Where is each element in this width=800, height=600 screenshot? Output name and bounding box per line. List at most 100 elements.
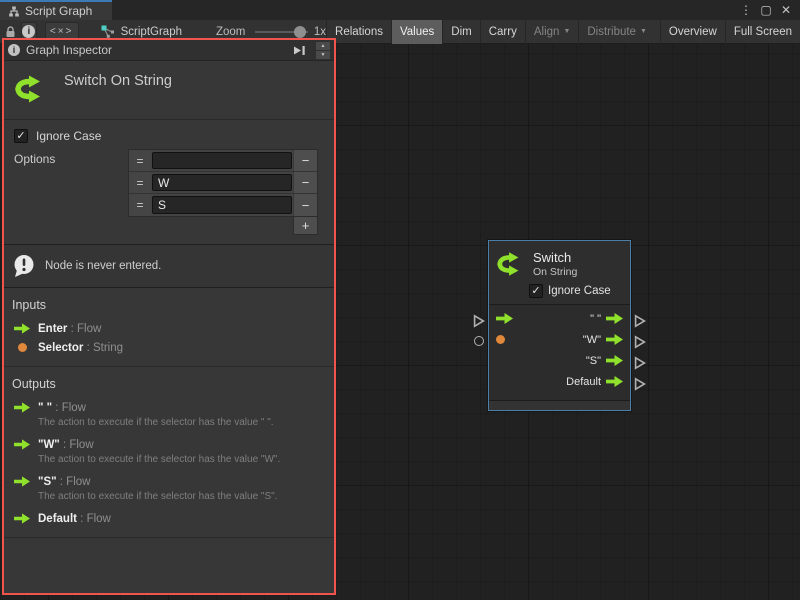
code-icon: <×> (50, 26, 74, 37)
close-icon[interactable]: ✕ (778, 2, 794, 18)
ignore-case-row: ✓ Ignore Case (4, 127, 334, 147)
port-row-blank: " " : Flow (4, 397, 334, 416)
toolbar-button-label: Relations (335, 26, 383, 38)
option-input-2[interactable] (152, 196, 292, 214)
toolbar-button-overview[interactable]: Overview (660, 20, 725, 44)
port-type: : Flow (52, 402, 86, 414)
node-footer (489, 400, 630, 410)
toolbar-button-values[interactable]: Values (391, 20, 442, 44)
tab-label: Script Graph (25, 4, 92, 18)
port-description: The action to execute if the selector ha… (4, 453, 334, 471)
switch-on-string-node[interactable]: Switch On String ✓ Ignore Case " ""W""S"… (488, 240, 631, 411)
flow-arrow-icon (14, 323, 30, 334)
options-list: =−=−=− + (128, 149, 318, 235)
option-row-2: =− (129, 194, 317, 216)
node-ignore-case-checkbox[interactable]: ✓ (529, 284, 543, 298)
options-box: =−=−=− (128, 149, 318, 217)
drag-handle-icon[interactable]: = (129, 172, 151, 193)
dropdown-arrow-icon: ▼ (640, 28, 647, 35)
inspector-scroll-buttons: ▲ ▼ (316, 42, 330, 59)
toolbar-button-dim[interactable]: Dim (442, 20, 479, 44)
port-name: "S" (38, 476, 57, 488)
node-port-row-0: " " (489, 308, 630, 329)
inputs-section: Inputs Enter : FlowSelector : String (4, 288, 334, 367)
toolbar-button-align[interactable]: Align▼ (525, 20, 579, 44)
toolbar-view-buttons: Relations Values Dim Carry Align▼ Distribute ▼… (326, 20, 800, 44)
drag-handle-icon[interactable]: = (129, 194, 151, 216)
port-name: "W" (38, 439, 60, 451)
info-icon: i (22, 25, 35, 38)
options-row: Options =−=−=− + (4, 147, 334, 235)
value-port-icon (14, 343, 30, 352)
external-output-connector-3[interactable] (634, 377, 646, 391)
remove-option-button[interactable]: − (293, 172, 317, 193)
dropdown-arrow-icon: ▼ (563, 28, 570, 35)
node-input-value-port[interactable] (496, 335, 505, 344)
external-output-connector-2[interactable] (634, 356, 646, 370)
port-name: Selector (38, 342, 83, 354)
external-output-connector-1[interactable] (634, 335, 646, 349)
toolbar-button-label: Overview (669, 26, 717, 38)
ignore-case-checkbox[interactable]: ✓ (14, 129, 28, 143)
option-input-1[interactable] (152, 174, 292, 191)
toolbar-button-label: Distribute (587, 26, 636, 38)
info-icon: i (8, 44, 20, 56)
tab-script-graph[interactable]: Script Graph (0, 0, 112, 20)
graph-icon (101, 25, 115, 38)
warning-box: Node is never entered. (4, 244, 334, 288)
node-output-flow-port[interactable] (606, 313, 623, 324)
zoom-label: Zoom (216, 26, 245, 38)
port-type: : Flow (77, 513, 111, 525)
port-type: : Flow (67, 323, 101, 335)
toolbar-button-label: Values (400, 26, 434, 38)
maximize-icon[interactable]: ▢ (758, 2, 774, 18)
toolbar-button-carry[interactable]: Carry (480, 20, 525, 44)
node-port-row-1: "W" (489, 329, 630, 350)
inspector-body: ✓ Ignore Case Options =−=−=− + Nod (4, 120, 334, 538)
node-output-label: "S" (586, 355, 601, 367)
lock-icon (5, 26, 16, 38)
inspector-header-label: Graph Inspector (26, 43, 287, 57)
graph-breadcrumb[interactable]: ScriptGraph (101, 25, 182, 38)
node-body: " ""W""S"Default (489, 305, 630, 394)
inputs-header: Inputs (4, 296, 334, 318)
flow-arrow-icon (14, 476, 30, 487)
options-label: Options (14, 149, 55, 166)
external-output-connector-0[interactable] (634, 314, 646, 328)
scroll-up-icon[interactable]: ▲ (316, 42, 330, 50)
external-input-value-connector[interactable] (474, 336, 484, 346)
node-output-flow-port[interactable] (606, 355, 623, 366)
node-ignore-case-label: Ignore Case (548, 285, 611, 297)
unity-script-graph-window: { "colors": { "accent_green": "#8fe12b",… (0, 0, 800, 600)
external-input-flow-connector[interactable] (473, 314, 485, 328)
drag-handle-icon[interactable]: = (129, 150, 151, 171)
remove-option-button[interactable]: − (293, 194, 317, 216)
add-option-button[interactable]: + (293, 217, 318, 235)
scroll-down-icon[interactable]: ▼ (316, 51, 330, 59)
titlebar: Script Graph ⋮ ▢ ✕ (0, 0, 800, 20)
zoom-slider-thumb[interactable] (294, 26, 306, 38)
port-type: : Flow (60, 439, 94, 451)
port-description: The action to execute if the selector ha… (4, 490, 334, 508)
port-name: " " (38, 402, 52, 414)
graph-breadcrumb-label: ScriptGraph (121, 26, 182, 38)
toolbar-button-label: Full Screen (734, 26, 792, 38)
node-output-flow-port[interactable] (606, 376, 623, 387)
node-output-flow-port[interactable] (606, 334, 623, 345)
inspector-header: i Graph Inspector ▲ ▼ (4, 40, 334, 61)
port-name: Default (38, 513, 77, 525)
port-row-enter: Enter : Flow (4, 318, 334, 337)
toolbar-button-label: Dim (451, 26, 471, 38)
port-type: : Flow (57, 476, 91, 488)
remove-option-button[interactable]: − (293, 150, 317, 171)
dock-icon[interactable] (293, 45, 306, 56)
inspector-node-title: Switch On String (64, 71, 172, 89)
toolbar-button-distribute[interactable]: Distribute ▼ (578, 20, 655, 44)
warning-text: Node is never entered. (45, 260, 161, 272)
toolbar-button-full-screen[interactable]: Full Screen (725, 20, 800, 44)
node-input-flow-port[interactable] (496, 313, 513, 324)
window-menu-icon[interactable]: ⋮ (738, 2, 754, 18)
option-input-0[interactable] (152, 152, 292, 169)
toolbar-button-label: Carry (489, 26, 517, 38)
zoom-slider[interactable] (255, 25, 307, 39)
